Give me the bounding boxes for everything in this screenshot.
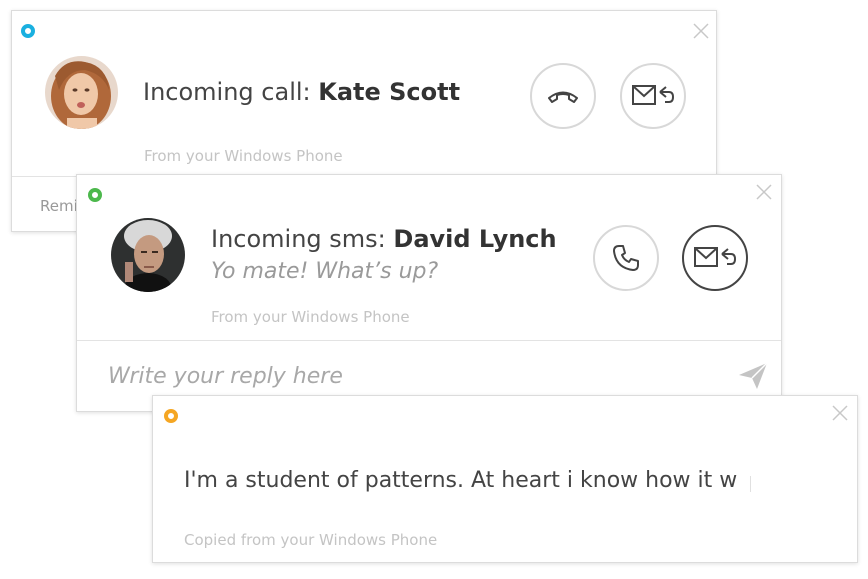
close-icon[interactable]	[831, 404, 849, 422]
status-indicator-icon	[164, 409, 178, 423]
call-back-button[interactable]	[593, 225, 659, 291]
avatar	[45, 56, 118, 129]
reply-with-message-button[interactable]	[682, 225, 748, 291]
message-reply-icon	[694, 247, 737, 267]
incoming-sms-notification: Incoming sms: David Lynch Yo mate! What’…	[76, 174, 782, 412]
send-icon	[739, 362, 768, 389]
clipboard-source-label: Copied from your Windows Phone	[184, 531, 438, 549]
clipboard-notification: I'm a student of patterns. At heart i kn…	[152, 395, 858, 563]
divider	[77, 340, 781, 341]
caller-name: Kate Scott	[318, 78, 461, 106]
sms-message: Yo mate! What’s up?	[211, 259, 439, 284]
close-icon[interactable]	[755, 183, 773, 201]
call-title: Incoming call: Kate Scott	[143, 78, 461, 106]
hang-up-icon	[548, 91, 578, 103]
clipboard-text: I'm a student of patterns. At heart i kn…	[184, 468, 738, 493]
sms-source-label: From your Windows Phone	[211, 308, 410, 326]
reply-input[interactable]	[108, 361, 708, 391]
avatar	[111, 218, 185, 292]
status-indicator-icon	[88, 188, 102, 202]
phone-icon	[613, 245, 639, 271]
call-source-label: From your Windows Phone	[144, 147, 343, 165]
remind-label[interactable]: Remi	[40, 197, 78, 215]
send-button[interactable]	[737, 361, 769, 391]
reply-with-message-button[interactable]	[620, 63, 686, 129]
text-fade-divider	[750, 476, 751, 492]
message-reply-icon	[632, 85, 675, 105]
sender-name: David Lynch	[393, 225, 557, 253]
status-indicator-icon	[21, 24, 35, 38]
close-icon[interactable]	[692, 22, 710, 40]
sms-title: Incoming sms: David Lynch	[211, 225, 557, 253]
decline-call-button[interactable]	[530, 63, 596, 129]
